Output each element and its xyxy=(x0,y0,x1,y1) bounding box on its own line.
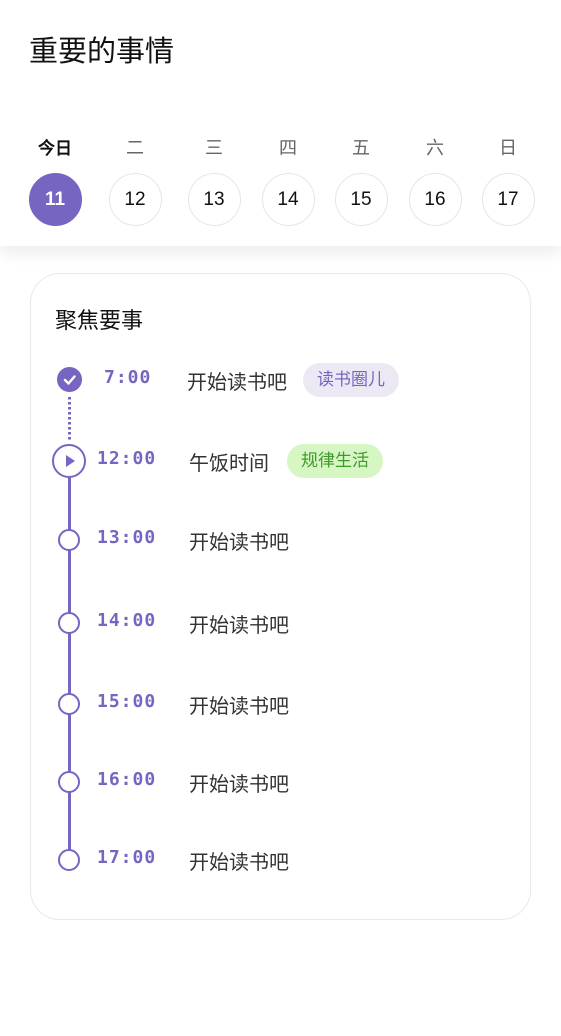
item-tag: 规律生活 xyxy=(287,444,383,478)
day-17[interactable]: 日 17 xyxy=(478,136,538,226)
item-task: 午饭时间 xyxy=(189,451,269,475)
circle-icon[interactable] xyxy=(58,529,80,551)
day-15[interactable]: 五 15 xyxy=(331,136,391,226)
timeline-item[interactable]: 16:00 开始读书吧 xyxy=(31,765,530,799)
circle-icon[interactable] xyxy=(58,693,80,715)
item-tag: 读书圈儿 xyxy=(303,363,399,397)
timeline-dotted-segment xyxy=(68,397,71,440)
circle-icon[interactable] xyxy=(58,771,80,793)
header-panel: 重要的事情 今日 11 二 12 三 13 四 14 五 15 六 16 日 1… xyxy=(0,0,561,246)
weekday-label: 日 xyxy=(499,138,517,159)
card-title: 聚焦要事 xyxy=(55,309,144,334)
circle-icon[interactable] xyxy=(58,612,80,634)
day-13[interactable]: 三 13 xyxy=(184,136,244,226)
item-time: 17:00 xyxy=(97,847,157,868)
item-time: 13:00 xyxy=(97,527,157,548)
item-task: 开始读书吧 xyxy=(189,694,289,718)
item-task: 开始读书吧 xyxy=(189,772,289,796)
day-12[interactable]: 二 12 xyxy=(105,136,165,226)
weekday-label: 四 xyxy=(279,138,297,159)
date-circle[interactable]: 15 xyxy=(334,173,388,226)
timeline-item[interactable]: 17:00 开始读书吧 xyxy=(31,843,530,877)
item-time: 14:00 xyxy=(97,610,157,631)
weekday-label: 今日 xyxy=(38,139,72,159)
item-time: 7:00 xyxy=(104,367,152,388)
item-task: 开始读书吧 xyxy=(189,850,289,874)
timeline-item[interactable]: 13:00 开始读书吧 xyxy=(31,523,530,557)
weekday-label: 五 xyxy=(352,138,370,159)
day-14[interactable]: 四 14 xyxy=(258,136,318,226)
play-icon[interactable] xyxy=(52,444,86,478)
date-circle[interactable]: 12 xyxy=(108,173,162,226)
timeline-item[interactable]: 15:00 开始读书吧 xyxy=(31,687,530,721)
item-time: 16:00 xyxy=(97,769,157,790)
item-task: 开始读书吧 xyxy=(187,370,287,394)
date-circle[interactable]: 16 xyxy=(408,173,462,226)
check-icon[interactable] xyxy=(57,367,82,392)
focus-card: 聚焦要事 7:00 开始读书吧 读书圈儿 12:00 午饭时间 规律生活 13:… xyxy=(30,273,531,920)
date-circle-selected[interactable]: 11 xyxy=(28,173,82,226)
weekday-label: 六 xyxy=(426,138,444,159)
date-circle[interactable]: 17 xyxy=(481,173,535,226)
day-11[interactable]: 今日 11 xyxy=(25,136,85,226)
date-circle[interactable]: 14 xyxy=(261,173,315,226)
item-task: 开始读书吧 xyxy=(189,613,289,637)
day-16[interactable]: 六 16 xyxy=(405,136,465,226)
weekday-label: 三 xyxy=(205,138,223,159)
circle-icon[interactable] xyxy=(58,849,80,871)
weekday-label: 二 xyxy=(126,138,144,159)
item-time: 15:00 xyxy=(97,691,157,712)
timeline-item[interactable]: 14:00 开始读书吧 xyxy=(31,606,530,640)
date-circle[interactable]: 13 xyxy=(187,173,241,226)
timeline-item[interactable]: 12:00 午饭时间 规律生活 xyxy=(31,444,530,478)
page-title: 重要的事情 xyxy=(29,34,175,68)
item-task: 开始读书吧 xyxy=(189,530,289,554)
timeline-item[interactable]: 7:00 开始读书吧 读书圈儿 xyxy=(31,363,530,397)
item-time: 12:00 xyxy=(97,448,157,469)
